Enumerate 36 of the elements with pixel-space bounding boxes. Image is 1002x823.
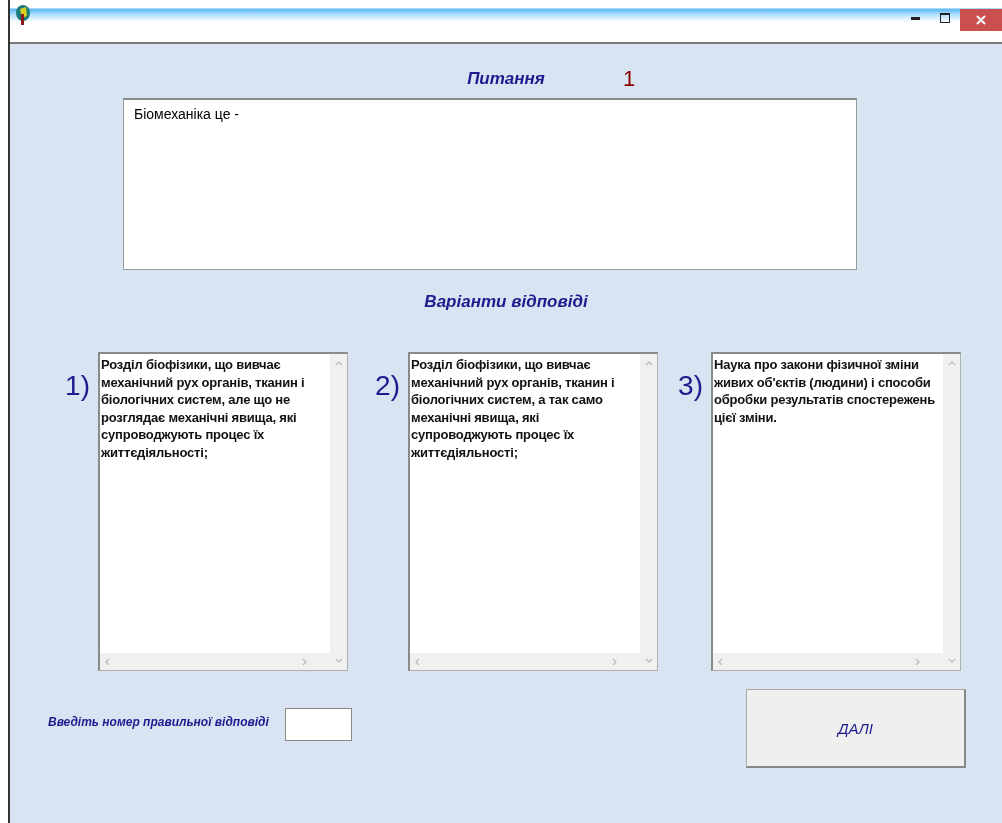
scroll-right-icon[interactable] — [915, 657, 921, 666]
horizontal-scrollbar[interactable] — [100, 653, 330, 670]
answer-number: 3) — [677, 370, 704, 402]
scroll-down-icon[interactable] — [334, 658, 343, 664]
answer-text: Розділ біофізики, що вивчає механічний рух органів, тканин і біологічних систем, а так само механічні явища, які супроводжують процес їх життєдіяльності; — [410, 356, 616, 462]
answer-number: 2) — [374, 370, 401, 402]
question-text: Біомеханіка це - — [123, 98, 857, 270]
question-heading: Питання — [467, 69, 545, 89]
answers-heading: Варіанти відповіді — [424, 292, 588, 312]
close-button[interactable] — [960, 9, 1002, 31]
vertical-scrollbar[interactable] — [943, 354, 960, 670]
app-icon — [14, 4, 32, 26]
scroll-down-icon[interactable] — [947, 658, 956, 664]
answer-prompt: Введіть номер правильної відповіді — [48, 715, 269, 729]
answer-number: 1) — [64, 370, 91, 402]
maximize-icon[interactable] — [940, 13, 950, 23]
scroll-up-icon[interactable] — [334, 360, 343, 366]
scroll-down-icon[interactable] — [644, 658, 653, 664]
horizontal-scrollbar[interactable] — [713, 653, 943, 670]
minimize-icon[interactable] — [910, 16, 920, 20]
answer-number-field[interactable] — [284, 708, 352, 741]
next-button[interactable]: ДАЛІ — [746, 689, 966, 768]
horizontal-scrollbar[interactable] — [410, 653, 640, 670]
close-icon — [976, 15, 986, 25]
question-number: 1 — [623, 66, 636, 92]
scroll-left-icon[interactable] — [414, 657, 420, 666]
scroll-left-icon[interactable] — [717, 657, 723, 666]
vertical-scrollbar[interactable] — [330, 354, 347, 670]
scroll-right-icon[interactable] — [302, 657, 308, 666]
scroll-right-icon[interactable] — [612, 657, 618, 666]
scroll-up-icon[interactable] — [644, 360, 653, 366]
vertical-scrollbar[interactable] — [640, 354, 657, 670]
answer-text: Наука про закони фізичної зміни живих об'єктів (людини) і способи обробки результатів спостережень цієї зміни. — [713, 356, 937, 427]
answer-text: Розділ біофізики, що вивчає механічний рух органів, тканин і біологічних систем, але що не розглядає механічні явища, які супроводжують процес їх життєдіяльності; — [100, 356, 306, 462]
scroll-up-icon[interactable] — [947, 360, 956, 366]
scroll-left-icon[interactable] — [104, 657, 110, 666]
